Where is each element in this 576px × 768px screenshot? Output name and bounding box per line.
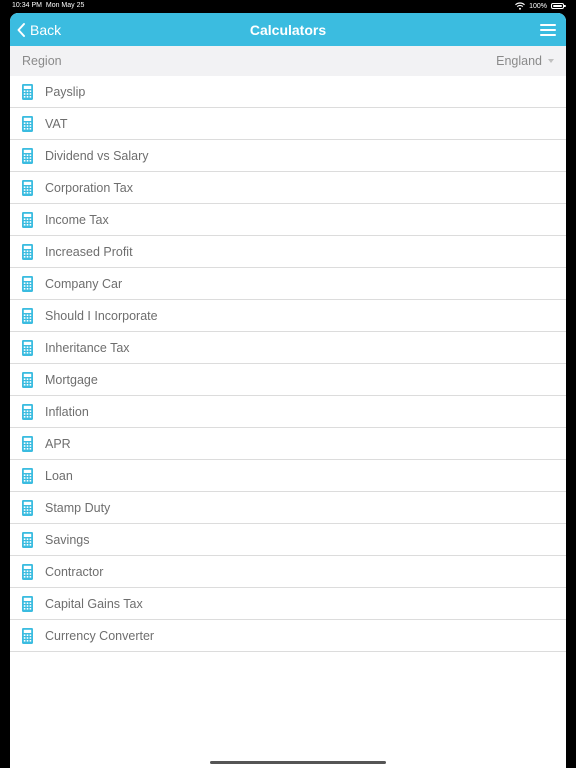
list-item[interactable]: Should I Incorporate <box>10 300 566 332</box>
hamburger-menu-icon[interactable] <box>540 24 556 36</box>
status-time: 10:34 PM <box>12 2 42 9</box>
list-item[interactable]: Inheritance Tax <box>10 332 566 364</box>
calculator-icon <box>22 627 33 644</box>
list-item[interactable]: Currency Converter <box>10 620 566 652</box>
back-button[interactable]: Back <box>16 13 61 46</box>
list-item-label: Mortgage <box>45 372 98 387</box>
list-item-label: Inheritance Tax <box>45 340 130 355</box>
calculator-icon <box>22 531 33 548</box>
calculator-icon <box>22 563 33 580</box>
list-item-label: Income Tax <box>45 212 109 227</box>
calculator-icon <box>22 339 33 356</box>
battery-icon <box>551 3 566 9</box>
status-bar: 10:34 PM Mon May 25 100% <box>0 0 576 13</box>
calculator-list: Payslip VAT Dividend vs Salary Corporati… <box>10 76 566 652</box>
list-item-label: Currency Converter <box>45 628 155 643</box>
calculator-icon <box>22 595 33 612</box>
wifi-icon <box>515 2 526 10</box>
list-item[interactable]: Corporation Tax <box>10 172 566 204</box>
calculator-icon <box>22 275 33 292</box>
list-item-label: VAT <box>45 116 68 131</box>
back-label: Back <box>30 21 62 38</box>
region-value: England <box>496 54 542 68</box>
calculator-icon <box>22 499 33 516</box>
list-item[interactable]: Stamp Duty <box>10 492 566 524</box>
status-date: Mon May 25 <box>45 2 85 9</box>
calculator-icon <box>22 307 33 324</box>
list-item[interactable]: Payslip <box>10 76 566 108</box>
navigation-bar: Back Calculators <box>10 13 566 46</box>
calculator-icon <box>22 435 33 452</box>
status-clock: 10:34 PM Mon May 25 <box>12 2 84 9</box>
list-item[interactable]: Capital Gains Tax <box>10 588 566 620</box>
chevron-left-icon <box>17 22 25 37</box>
status-indicators: 100% <box>515 2 566 10</box>
region-row: Region England <box>10 46 566 76</box>
list-item-label: Dividend vs Salary <box>45 148 149 163</box>
calculator-icon <box>22 403 33 420</box>
calculator-icon <box>22 467 33 484</box>
list-item[interactable]: Savings <box>10 524 566 556</box>
list-item-label: Increased Profit <box>45 244 133 259</box>
page-title: Calculators <box>249 21 327 38</box>
list-item[interactable]: Inflation <box>10 396 566 428</box>
list-item-label: Loan <box>45 468 73 483</box>
list-item[interactable]: Income Tax <box>10 204 566 236</box>
list-item[interactable]: APR <box>10 428 566 460</box>
list-item[interactable]: VAT <box>10 108 566 140</box>
list-item[interactable]: Loan <box>10 460 566 492</box>
list-item-label: Capital Gains Tax <box>45 596 143 611</box>
list-item-label: Payslip <box>45 84 86 99</box>
list-item-label: Stamp Duty <box>45 500 111 515</box>
list-item-label: APR <box>45 436 71 451</box>
app-window: Back Calculators Region England Payslip <box>10 13 566 768</box>
list-item[interactable]: Dividend vs Salary <box>10 140 566 172</box>
list-item-label: Should I Incorporate <box>45 308 158 323</box>
list-item-label: Company Car <box>45 276 123 291</box>
dropdown-arrow-icon <box>548 59 554 63</box>
calculator-icon <box>22 147 33 164</box>
battery-percent: 100% <box>529 2 547 10</box>
calculator-icon <box>22 243 33 260</box>
list-item-label: Inflation <box>45 404 89 419</box>
list-item-label: Contractor <box>45 564 104 579</box>
list-item-label: Corporation Tax <box>45 180 134 195</box>
list-item[interactable]: Mortgage <box>10 364 566 396</box>
region-dropdown[interactable]: England <box>496 54 554 68</box>
list-item-label: Savings <box>45 532 90 547</box>
home-indicator <box>210 761 386 764</box>
list-item[interactable]: Company Car <box>10 268 566 300</box>
calculator-icon <box>22 371 33 388</box>
calculator-icon <box>22 179 33 196</box>
calculator-icon <box>22 115 33 132</box>
list-item[interactable]: Contractor <box>10 556 566 588</box>
list-item[interactable]: Increased Profit <box>10 236 566 268</box>
calculator-icon <box>22 83 33 100</box>
calculator-icon <box>22 211 33 228</box>
region-label: Region <box>22 54 62 68</box>
